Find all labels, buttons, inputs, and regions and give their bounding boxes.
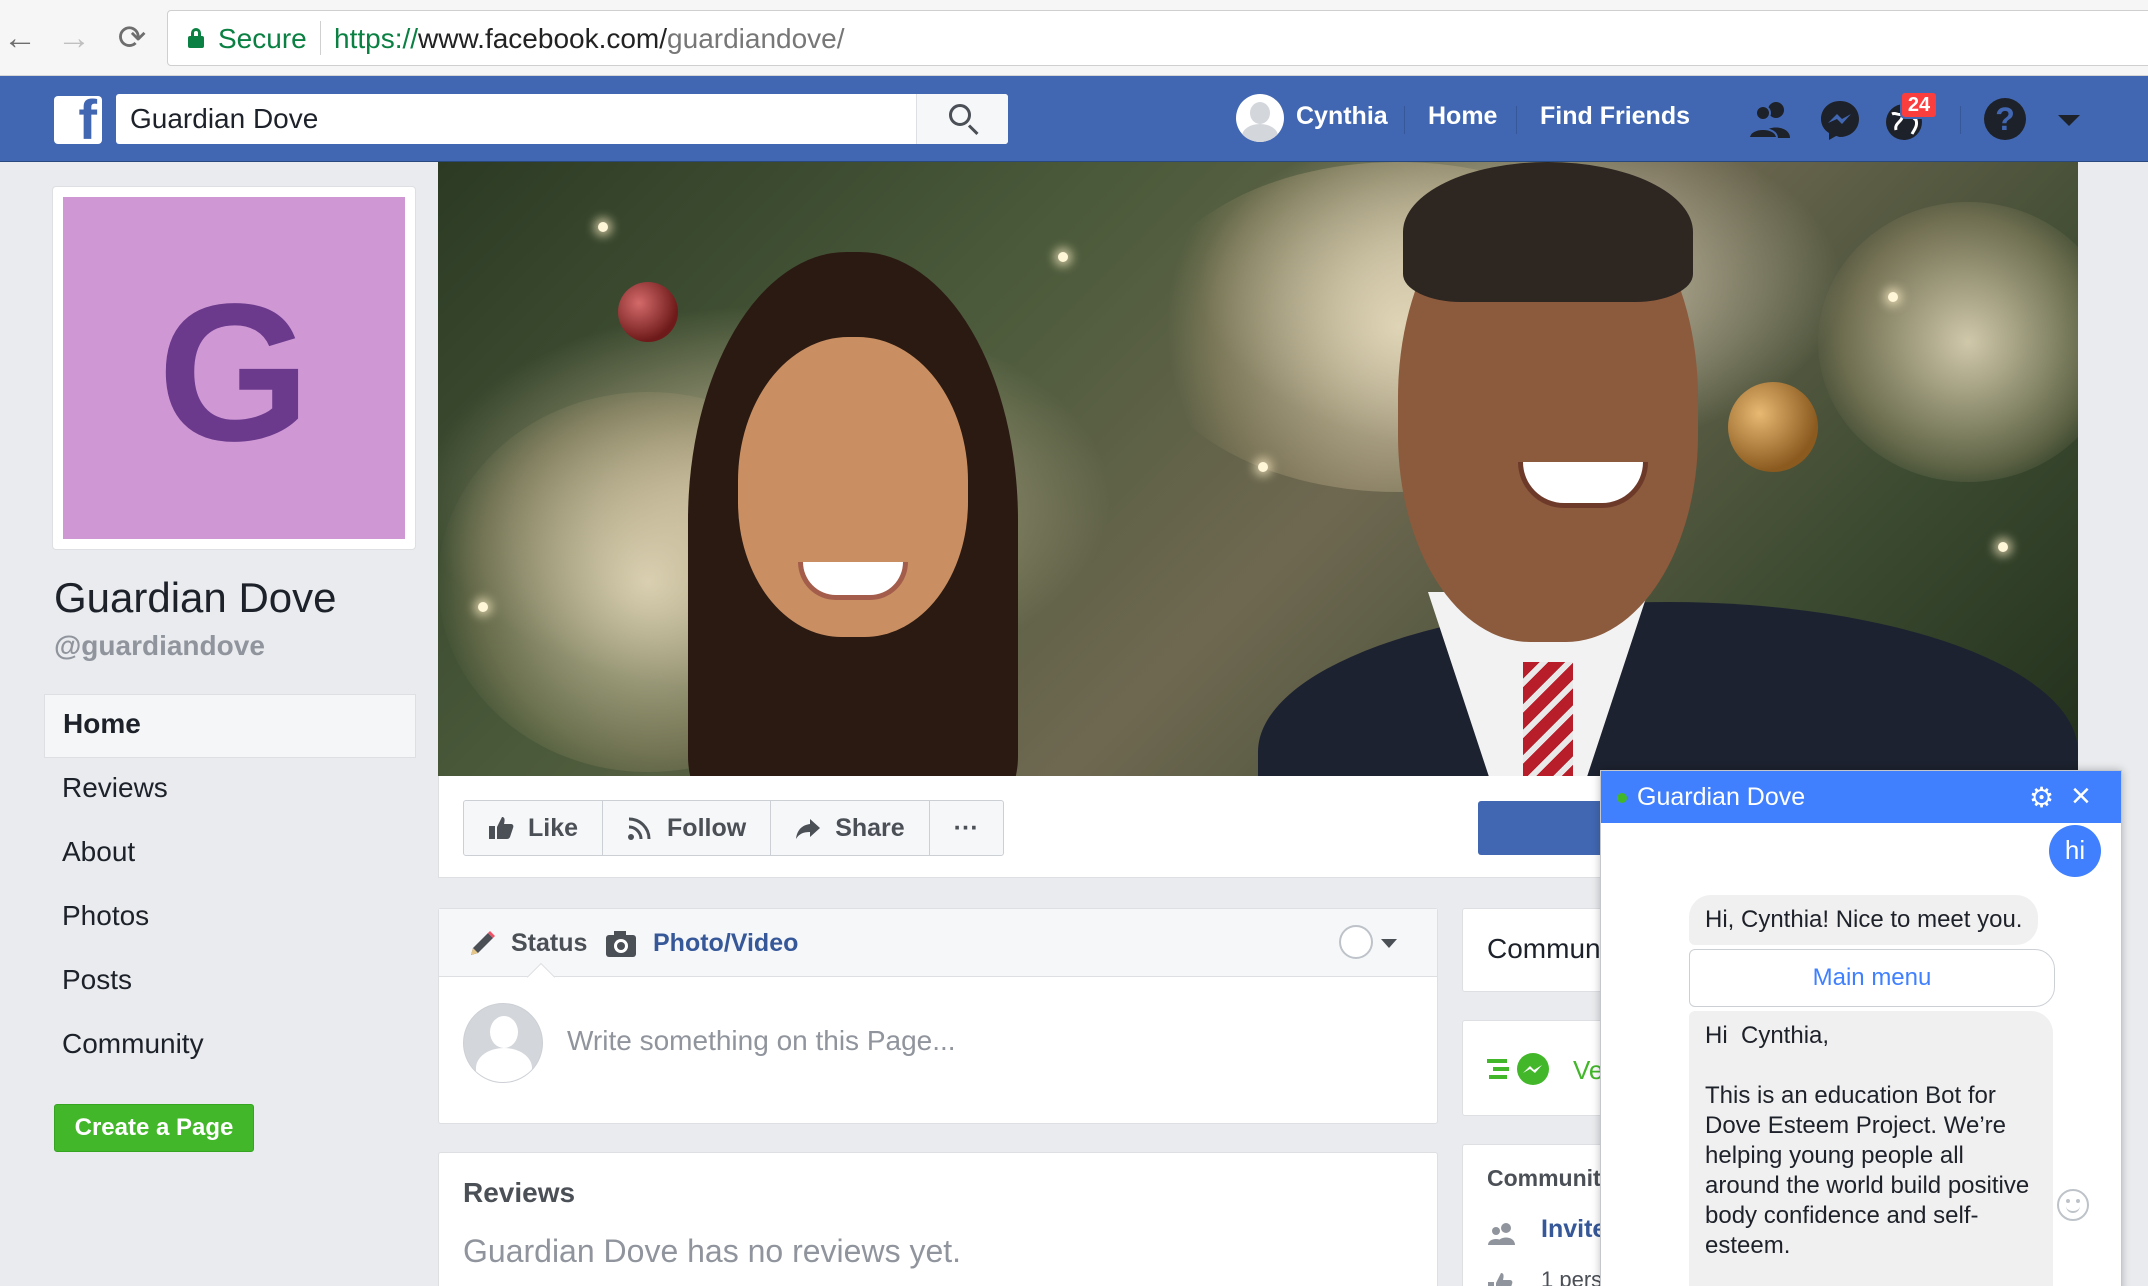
reviews-card: Reviews Guardian Dove has no reviews yet… (438, 1152, 1438, 1286)
rss-follow-icon (628, 817, 651, 840)
chat-title[interactable]: Guardian Dove (1637, 783, 1805, 812)
user-avatar[interactable] (1236, 94, 1284, 142)
main-menu-quick-reply-button[interactable]: Main menu (1689, 949, 2055, 1007)
follow-label: Follow (667, 813, 747, 842)
community-heading: Community (1487, 1165, 1614, 1191)
facebook-logo-letter: f (78, 96, 97, 144)
gear-icon[interactable]: ⚙ (2029, 781, 2054, 814)
reviews-empty-text: Guardian Dove has no reviews yet. (463, 1233, 962, 1269)
chat-window: Guardian Dove ⚙ × hi Hi, Cynthia! Nice t… (1600, 770, 2122, 1286)
online-status-dot (1617, 793, 1627, 803)
address-bar[interactable]: Secure https://www.facebook.com/guardian… (167, 10, 2148, 66)
composer-input[interactable]: Write something on this Page... (567, 1025, 956, 1057)
bot-intro-greeting: Hi Cynthia, (1705, 1022, 1830, 1049)
my-message-bubble: hi (2049, 825, 2101, 877)
profile-initial: G (157, 263, 311, 482)
facebook-top-bar: f Cynthia Home Find Friends 24 ? (0, 76, 2148, 162)
url-path: guardiandove/ (667, 23, 845, 54)
messenger-card-text[interactable]: Ve (1573, 1055, 1603, 1086)
post-as-chevron-down-icon[interactable] (1381, 939, 1397, 948)
url-text[interactable]: https://www.facebook.com/guardiandove/ (334, 23, 845, 55)
back-arrow-icon: ← (3, 19, 37, 57)
page-nav-item-photos[interactable]: Photos (44, 886, 416, 950)
like-label: Like (528, 813, 579, 842)
composer-tabs: Status Photo/Video (439, 909, 1437, 977)
forward-button[interactable]: → (54, 18, 94, 58)
tab-status[interactable]: Status (511, 929, 587, 958)
invite-friends-icon (1488, 1223, 1515, 1245)
topbar-divider (1516, 106, 1517, 134)
page-nav-item-about[interactable]: About (44, 822, 416, 886)
topbar-divider (1404, 106, 1405, 134)
notifications-badge: 24 (1900, 91, 1938, 119)
profile-picture: G (63, 197, 405, 539)
forward-arrow-icon: → (57, 19, 91, 57)
search-button[interactable] (916, 94, 1008, 144)
chat-header[interactable]: Guardian Dove ⚙ × (1601, 771, 2121, 823)
fast-messenger-icon (1487, 1053, 1549, 1085)
page-nav-item-posts[interactable]: Posts (44, 950, 416, 1014)
bot-message-bubble: Hi, Cynthia! Nice to meet you. (1689, 895, 2039, 945)
page-nav-item-home[interactable]: Home (44, 694, 416, 758)
follow-button[interactable]: Follow (603, 801, 772, 855)
more-options-button[interactable]: ··· (930, 801, 1003, 855)
page-username[interactable]: @guardiandove (54, 630, 265, 662)
more-dots-icon: ··· (953, 813, 979, 842)
pencil-icon (471, 931, 495, 955)
bot-intro-text: This is an education Bot for Dove Esteem… (1705, 1082, 2030, 1259)
share-button[interactable]: Share (771, 801, 930, 855)
invite-link[interactable]: Invite (1541, 1215, 1606, 1244)
lock-icon (188, 28, 204, 48)
messenger-card: Ve (1462, 1020, 1622, 1116)
create-page-button[interactable]: Create a Page (54, 1104, 254, 1152)
smiley-emoji-icon[interactable] (2057, 1189, 2089, 1221)
thumbs-up-small-icon (1488, 1273, 1513, 1286)
help-glyph: ? (1995, 101, 2015, 137)
close-icon[interactable]: × (2071, 777, 2091, 816)
like-button[interactable]: Like (464, 801, 604, 855)
page-title[interactable]: Guardian Dove (54, 574, 337, 622)
page-actions-group: Like Follow Share ··· (463, 800, 1004, 856)
back-button[interactable]: ← (0, 18, 40, 58)
thumbs-up-icon (489, 817, 514, 839)
likes-count-text: 1 pers (1541, 1267, 1603, 1286)
find-friends-link[interactable]: Find Friends (1540, 102, 1690, 131)
facebook-logo-icon[interactable]: f (54, 96, 102, 144)
page-nav-item-community[interactable]: Community (44, 1014, 416, 1078)
user-profile-link[interactable]: Cynthia (1296, 102, 1388, 131)
reload-button[interactable]: ⟳ (112, 18, 152, 58)
bot-intro-bubble: Hi Cynthia, This is an education Bot for… (1689, 1011, 2053, 1286)
tab-photo-video[interactable]: Photo/Video (653, 929, 798, 958)
post-as-avatar[interactable] (1339, 925, 1373, 959)
secure-label: Secure (218, 23, 307, 54)
help-icon[interactable]: ? (1984, 98, 2026, 140)
account-menu-chevron-down-icon[interactable] (2058, 115, 2080, 126)
profile-picture-frame[interactable]: G (52, 186, 416, 550)
page-nav-item-reviews[interactable]: Reviews (44, 758, 416, 822)
address-divider (320, 21, 321, 55)
page-nav: Home Reviews About Photos Posts Communit… (44, 694, 416, 1078)
home-link[interactable]: Home (1428, 102, 1497, 131)
search-input[interactable] (116, 94, 916, 144)
cover-photo[interactable] (438, 162, 2078, 776)
reviews-title: Reviews (463, 1177, 576, 1208)
community-stats-card: Community Invite 1 pers (1462, 1144, 1622, 1286)
topbar-divider (1960, 106, 1961, 134)
friend-requests-icon[interactable] (1746, 96, 1794, 144)
reload-icon: ⟳ (117, 19, 147, 57)
search-box (116, 94, 1008, 144)
url-host: www.facebook.com/ (418, 23, 668, 54)
url-protocol: https:// (334, 23, 419, 54)
post-composer: Status Photo/Video Write something on th… (438, 908, 1438, 1124)
composer-avatar (463, 1003, 543, 1083)
camera-icon (606, 931, 636, 957)
share-arrow-icon (796, 819, 821, 839)
community-card: Commun (1462, 908, 1622, 992)
community-card-title: Commun (1487, 933, 1601, 964)
browser-toolbar: ← → ⟳ Secure https://www.facebook.com/gu… (0, 0, 2148, 76)
share-label: Share (835, 813, 905, 842)
messenger-icon[interactable] (1816, 96, 1864, 144)
